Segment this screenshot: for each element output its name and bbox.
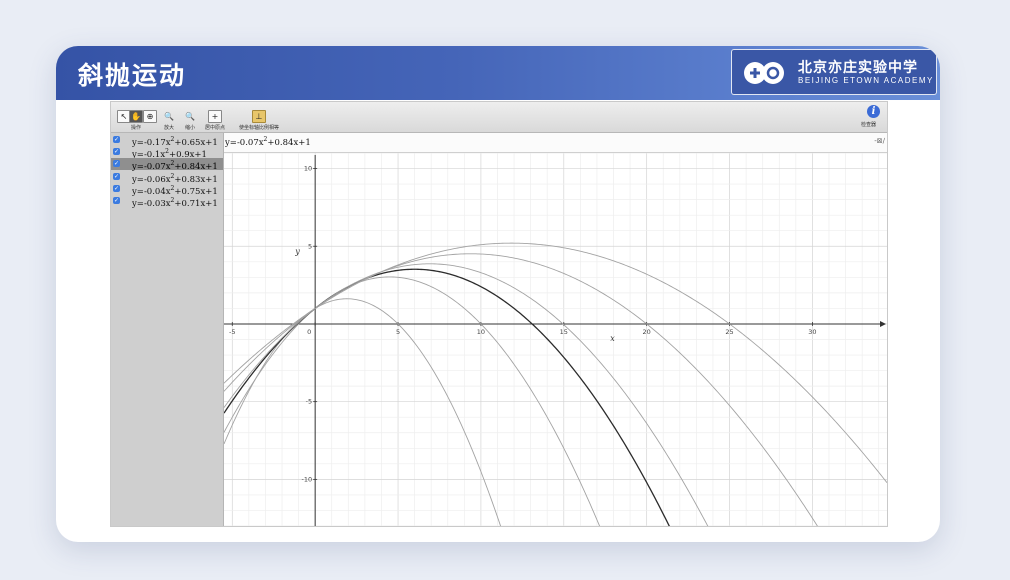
x-tick-label: 15 bbox=[560, 328, 568, 336]
hand-icon: ✋ bbox=[129, 110, 143, 123]
zoom-box-tool[interactable]: ⊕ bbox=[143, 104, 157, 123]
x-tick-label: -5 bbox=[229, 328, 235, 336]
function-list: ✓ y=-0.17x2+0.65x+1 ✓ y=-0.1x2+0.9x+1 ✓ y=-0.… bbox=[111, 133, 224, 526]
slide-header: 斜抛运动 北京亦庄实验中学 BEIJING ETOWN ACADEMY bbox=[56, 46, 940, 100]
function-visibility-checkbox[interactable]: ✓ bbox=[113, 148, 120, 156]
toolbar: ↖ ✋ 操作 ⊕ 🔍 放大 🔍 缩小 + 居中原点 ⊥ 使坐标轴比例相等 i 检… bbox=[111, 102, 887, 133]
function-visibility-checkbox[interactable]: ✓ bbox=[113, 172, 120, 180]
zoom-out-button[interactable]: 🔍 缩小 bbox=[184, 104, 196, 131]
center-origin-icon: + bbox=[208, 110, 222, 123]
y-tick-label: -10 bbox=[302, 475, 313, 483]
school-name-en: BEIJING ETOWN ACADEMY bbox=[798, 76, 934, 85]
graph-svg: -5 0 5 10 15 20 25 30 -10 -5 5 10 x y bbox=[224, 153, 887, 526]
hand-tool[interactable]: ✋ 操作 bbox=[129, 104, 143, 131]
equal-axis-ratio-label: 使坐标轴比例相等 bbox=[239, 125, 280, 131]
parabola-curve bbox=[224, 242, 887, 483]
school-emblem-icon bbox=[744, 62, 784, 84]
y-tick-label: 10 bbox=[304, 165, 312, 173]
x-axis-arrow bbox=[880, 320, 886, 327]
zoom-box-icon: ⊕ bbox=[143, 110, 157, 123]
parabola-curve bbox=[224, 253, 818, 526]
equal-axis-ratio-button[interactable]: ⊥ 使坐标轴比例相等 bbox=[239, 104, 279, 131]
function-equation: y=-0.03x2+0.71x+1 bbox=[132, 197, 218, 209]
tool-label: 操作 bbox=[130, 125, 141, 131]
x-axis-label: x bbox=[610, 334, 615, 343]
school-logo: 北京亦庄实验中学 BEIJING ETOWN ACADEMY bbox=[731, 49, 937, 95]
function-visibility-checkbox[interactable]: ✓ bbox=[113, 197, 120, 204]
x-tick-label: 0 bbox=[307, 328, 311, 336]
function-visibility-checkbox[interactable]: ✓ bbox=[113, 136, 120, 143]
zoom-out-icon: 🔍 bbox=[185, 112, 195, 121]
zoom-out-label: 缩小 bbox=[184, 125, 195, 131]
school-name-cn: 北京亦庄实验中学 bbox=[798, 60, 918, 76]
function-list-item[interactable]: ✓ y=-0.04x2+0.75x+1 bbox=[111, 183, 223, 197]
y-axis-label: y bbox=[294, 247, 300, 256]
equation-input-text: y=-0.07x2+0.84x+1 bbox=[225, 136, 311, 148]
inspector-label: 检查器 bbox=[861, 122, 877, 128]
equation-input[interactable]: y=-0.07x2+0.84x+1 -⊠∕ bbox=[224, 133, 887, 153]
x-tick-label: 10 bbox=[477, 328, 485, 336]
input-options-icon[interactable]: -⊠∕ bbox=[874, 137, 885, 145]
parabola-curve bbox=[224, 298, 502, 526]
function-list-item[interactable]: ✓ y=-0.1x2+0.9x+1 bbox=[111, 146, 223, 160]
function-list-item[interactable]: ✓ y=-0.17x2+0.65x+1 bbox=[111, 134, 223, 148]
zoom-in-button[interactable]: 🔍 放大 bbox=[163, 104, 175, 131]
x-tick-label: 5 bbox=[396, 328, 400, 336]
y-tick-label: 5 bbox=[308, 242, 312, 250]
zoom-in-icon: 🔍 bbox=[164, 112, 174, 121]
center-origin-label: 居中原点 bbox=[205, 125, 226, 131]
function-visibility-checkbox[interactable]: ✓ bbox=[113, 160, 120, 168]
function-list-item[interactable]: ✓ y=-0.03x2+0.71x+1 bbox=[111, 195, 223, 209]
axis-ratio-icon: ⊥ bbox=[252, 110, 266, 123]
slide-title: 斜抛运动 bbox=[78, 61, 187, 90]
slide: 斜抛运动 北京亦庄实验中学 BEIJING ETOWN ACADEMY ↖ ✋ … bbox=[56, 46, 940, 542]
x-tick-label: 25 bbox=[725, 328, 733, 336]
parabola-curve bbox=[224, 268, 670, 526]
x-tick-label: 30 bbox=[808, 328, 816, 336]
graph-canvas[interactable]: -5 0 5 10 15 20 25 30 -10 -5 5 10 x y bbox=[224, 153, 887, 526]
y-tick-label: -5 bbox=[306, 398, 312, 406]
zoom-in-label: 放大 bbox=[163, 125, 174, 131]
inspector-info-icon[interactable]: i bbox=[867, 105, 880, 118]
center-origin-button[interactable]: + 居中原点 bbox=[205, 104, 225, 131]
x-tick-label: 20 bbox=[643, 328, 651, 336]
graphing-app-window: ↖ ✋ 操作 ⊕ 🔍 放大 🔍 缩小 + 居中原点 ⊥ 使坐标轴比例相等 i 检… bbox=[110, 101, 888, 527]
function-list-item[interactable]: ✓ y=-0.07x2+0.84x+1 bbox=[111, 158, 223, 172]
function-visibility-checkbox[interactable]: ✓ bbox=[113, 184, 120, 192]
function-list-item[interactable]: ✓ y=-0.06x2+0.83x+1 bbox=[111, 171, 223, 184]
